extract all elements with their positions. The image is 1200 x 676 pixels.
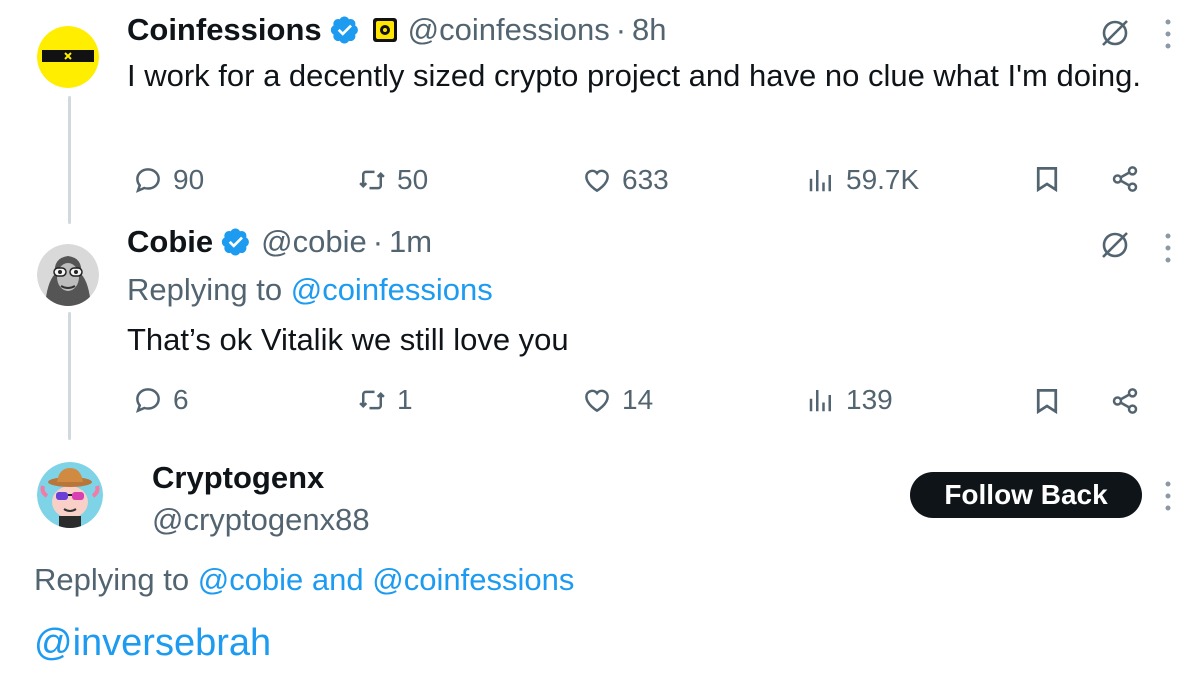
views-icon <box>806 385 836 415</box>
author-handle[interactable]: @coinfessions <box>408 12 610 48</box>
author-name[interactable]: Cobie <box>127 224 213 260</box>
views-button[interactable]: 139 <box>806 384 893 416</box>
tweet-text: That’s ok Vitalik we still love you <box>127 322 569 357</box>
replying-and: and <box>303 562 373 597</box>
views-icon <box>806 165 836 195</box>
author-name[interactable]: Coinfessions <box>127 12 322 48</box>
author-name[interactable]: Cryptogenx <box>152 460 324 496</box>
reply-icon <box>133 385 163 415</box>
like-button[interactable]: 14 <box>582 384 653 416</box>
tweet-text: I work for a decently sized crypto proje… <box>127 58 1141 93</box>
replying-to-link-coinfessions[interactable]: @coinfessions <box>372 562 574 597</box>
author-handle[interactable]: @cobie <box>261 224 367 260</box>
more-icon[interactable] <box>1163 230 1173 266</box>
reply-button[interactable]: 6 <box>133 384 189 416</box>
share-icon[interactable] <box>1110 164 1140 194</box>
retweet-count: 50 <box>397 164 429 195</box>
more-icon[interactable] <box>1163 16 1173 52</box>
replying-to: Replying to @coinfessions <box>127 272 493 308</box>
like-icon <box>582 165 612 195</box>
views-count: 59.7K <box>846 164 920 195</box>
replying-prefix: Replying to <box>127 272 291 307</box>
like-icon <box>582 385 612 415</box>
grok-icon[interactable] <box>1098 228 1132 262</box>
thread-line-1 <box>68 96 71 224</box>
timestamp[interactable]: 1m <box>389 224 432 260</box>
separator-dot: · <box>372 224 384 259</box>
replying-to-link[interactable]: @coinfessions <box>291 272 493 307</box>
grok-icon[interactable] <box>1098 16 1132 50</box>
replying-to-link-cobie[interactable]: @cobie <box>198 562 304 597</box>
views-count: 139 <box>846 384 893 415</box>
like-button[interactable]: 633 <box>582 164 669 196</box>
verified-icon <box>330 15 360 45</box>
tweet-1-header: Coinfessions @coinfessions · 8h <box>127 12 667 48</box>
avatar-coinfessions[interactable] <box>37 26 99 88</box>
views-button[interactable]: 59.7K <box>806 164 919 196</box>
verified-icon <box>221 227 251 257</box>
bookmark-icon[interactable] <box>1032 386 1062 416</box>
retweet-icon <box>357 385 387 415</box>
reply-button[interactable]: 90 <box>133 164 204 196</box>
retweet-button[interactable]: 50 <box>357 164 428 196</box>
author-handle[interactable]: @cryptogenx88 <box>152 502 370 538</box>
like-count: 633 <box>622 164 669 195</box>
retweet-button[interactable]: 1 <box>357 384 413 416</box>
follow-back-button[interactable]: Follow Back <box>910 472 1142 518</box>
tweet-2-header: Cobie @cobie · 1m <box>127 224 432 260</box>
replying-prefix: Replying to <box>34 562 198 597</box>
separator-dot: · <box>615 12 627 47</box>
avatar-cobie[interactable] <box>37 244 99 306</box>
timestamp[interactable]: 8h <box>632 12 666 48</box>
share-icon[interactable] <box>1110 386 1140 416</box>
reply-mention-link[interactable]: @inversebrah <box>34 622 271 665</box>
bookmark-icon[interactable] <box>1032 164 1062 194</box>
retweet-count: 1 <box>397 384 413 415</box>
affiliate-badge-icon <box>372 17 398 43</box>
reply-count: 90 <box>173 164 205 195</box>
more-icon[interactable] <box>1163 478 1173 514</box>
like-count: 14 <box>622 384 654 415</box>
retweet-icon <box>357 165 387 195</box>
avatar-cryptogenx[interactable] <box>37 462 103 528</box>
reply-icon <box>133 165 163 195</box>
thread-line-2 <box>68 312 71 440</box>
reply-count: 6 <box>173 384 189 415</box>
replying-to: Replying to @cobie and @coinfessions <box>34 562 574 598</box>
